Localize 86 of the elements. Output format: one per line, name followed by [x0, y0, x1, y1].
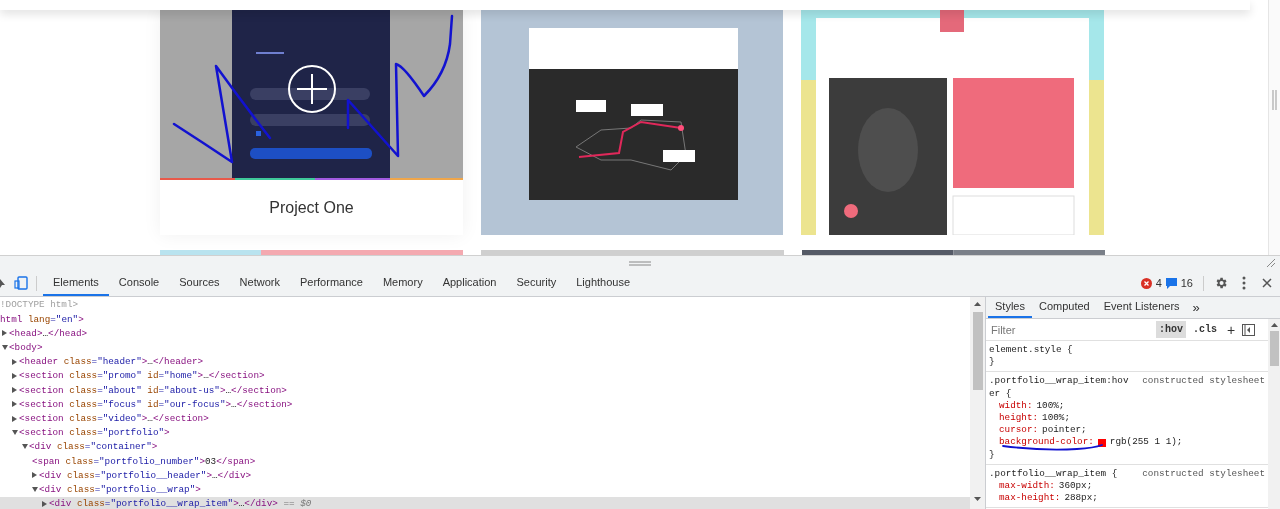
sidebar-tab[interactable]: Styles [988, 297, 1032, 318]
dom-node[interactable]: <section class="portfolio"> [19, 428, 170, 438]
dom-node[interactable]: <section class="video">…</section> [19, 413, 209, 424]
device-toggle-icon[interactable] [14, 276, 28, 290]
devtools-tab[interactable]: Lighthouse [566, 270, 641, 296]
dom-node[interactable]: <section class="about" id="about-us">…</section> [19, 385, 287, 395]
property-name[interactable]: width: [999, 399, 1033, 412]
expanded-arrow-icon[interactable] [22, 444, 28, 450]
property-value: 100%; [1042, 412, 1070, 425]
dom-node[interactable]: <header class="header">…</header> [19, 357, 204, 367]
dom-node[interactable]: <div class="portfolio__header">…</div> [39, 470, 252, 480]
scroll-down-icon[interactable] [974, 497, 981, 501]
more-options-icon[interactable] [1242, 276, 1246, 290]
property-name[interactable]: cursor: [999, 424, 1039, 437]
stylesheet-source[interactable]: constructed stylesheet [1142, 375, 1265, 388]
dom-node[interactable]: <div class="portfolio__wrap"> [39, 484, 201, 495]
scrollbar-thumb[interactable] [1269, 331, 1279, 366]
color-swatch[interactable] [1097, 438, 1106, 447]
selected-row[interactable]: <div class="portfolio__wrap_item">…</div> == $0 [0, 496, 970, 509]
collapsed-arrow-icon[interactable] [12, 415, 17, 422]
dom-node[interactable]: <section class="focus" id="our-focus">…</section> [19, 399, 293, 410]
inspect-icon[interactable] [0, 277, 6, 289]
property-value: 360px; [1058, 480, 1093, 493]
expanded-arrow-icon[interactable] [12, 430, 18, 436]
style-toggle[interactable]: .cls [1190, 321, 1221, 338]
scroll-up-icon[interactable] [1270, 323, 1278, 327]
property-value: 100%; [1036, 399, 1065, 412]
collapsed-arrow-icon[interactable] [12, 401, 17, 408]
plus-circle-icon [287, 64, 337, 114]
property-value: rgb(255 1 1); [1109, 436, 1183, 449]
devtools-tab[interactable]: Security [506, 270, 567, 296]
css-selector[interactable]: .portfolio__wrap_item:hover { [989, 375, 1129, 400]
property-name[interactable]: max-height: [999, 492, 1061, 505]
more-tabs-button[interactable]: » [1186, 297, 1206, 318]
rule-close-brace: } [989, 448, 996, 461]
message-count[interactable]: 16 [1180, 274, 1193, 292]
collapsed-arrow-icon[interactable] [12, 358, 17, 365]
error-count[interactable]: 4 [1155, 274, 1162, 292]
dom-node[interactable]: <body> [9, 343, 43, 353]
page-scrollbar[interactable] [1268, 0, 1280, 255]
scrollbar-thumb[interactable] [972, 312, 983, 390]
expanded-arrow-icon[interactable] [32, 487, 38, 493]
sidebar-tab[interactable]: Computed [1031, 297, 1097, 318]
collapsed-arrow-icon[interactable] [42, 500, 47, 507]
dom-node[interactable]: html lang="en"> [0, 314, 84, 324]
resize-corner-icon[interactable] [1266, 258, 1276, 268]
devtools-tab[interactable]: Sources [169, 270, 230, 296]
sidebar-toggle-icon[interactable] [1242, 323, 1256, 336]
devtools-tab[interactable]: Memory [372, 270, 433, 296]
property-name[interactable]: max-width: [999, 480, 1055, 493]
collapsed-arrow-icon[interactable] [32, 472, 37, 479]
collapsed-arrow-icon[interactable] [2, 330, 7, 337]
css-selector[interactable]: element.style { [989, 344, 1129, 357]
grip-icon[interactable] [1272, 90, 1277, 110]
new-rule-button[interactable]: + [1224, 322, 1239, 337]
styles-scrollbar[interactable] [1268, 319, 1280, 509]
message-icon [1165, 277, 1177, 289]
devtools-tab[interactable]: Performance [289, 270, 373, 296]
stylesheet-source[interactable]: constructed stylesheet [1142, 467, 1265, 481]
style-toggle[interactable]: :hov [1156, 321, 1186, 338]
css-selector[interactable]: .portfolio__wrap_item { [989, 467, 1129, 481]
collapsed-arrow-icon[interactable] [12, 373, 17, 380]
collapsed-arrow-icon[interactable] [12, 387, 17, 394]
devtools-tab[interactable]: Application [432, 270, 507, 296]
settings-icon[interactable] [1214, 276, 1228, 290]
property-value: pointer; [1042, 424, 1087, 437]
expanded-arrow-icon[interactable] [2, 345, 8, 351]
devtools-tab[interactable]: Console [108, 270, 170, 296]
project-title: Project One [269, 197, 354, 218]
scroll-up-icon[interactable] [974, 302, 981, 306]
property-name[interactable]: background-color: [999, 436, 1094, 449]
property-name[interactable]: height: [999, 412, 1039, 425]
error-icon [1140, 277, 1152, 289]
dom-node[interactable]: <span class="portfolio_number">03</span> [32, 456, 256, 466]
elements-scrollbar[interactable] [970, 297, 985, 509]
rule-close-brace: } [989, 356, 996, 369]
dom-node[interactable]: <head>…</head> [9, 328, 88, 339]
resize-handle-icon[interactable] [629, 260, 651, 266]
sidebar-tab[interactable]: Event Listeners [1096, 297, 1187, 318]
dom-node[interactable]: <div class="container"> [29, 442, 158, 452]
close-icon[interactable] [1262, 278, 1272, 288]
dom-node[interactable]: <div class="portfolio__wrap_item">…</div> == $0 [49, 499, 312, 509]
project-card[interactable]: Project One [160, 10, 463, 235]
dom-node[interactable]: <section class="promo" id="home">…</section> [19, 371, 265, 381]
property-value: 288px; [1064, 492, 1098, 505]
devtools-tab[interactable]: Network [229, 270, 290, 296]
